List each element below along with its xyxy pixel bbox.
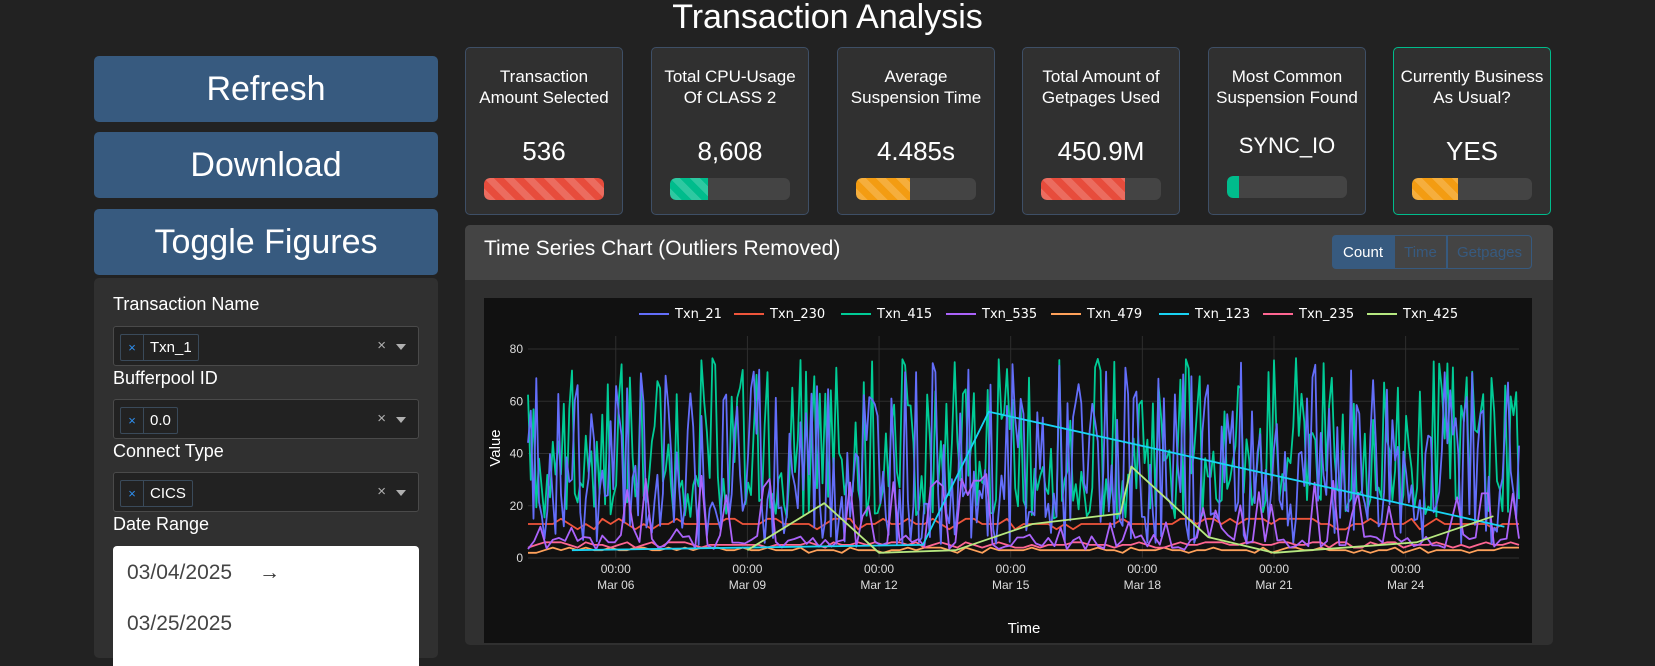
legend-label: Txn_123 [1194, 307, 1250, 322]
toggle-figures-button[interactable]: Toggle Figures [94, 209, 438, 275]
x-tick-label: Mar 09 [729, 578, 767, 592]
clear-icon[interactable]: × [377, 410, 386, 427]
bufferpool-id-select[interactable]: × 0.0 × [113, 399, 419, 439]
kpi-title: Most Common Suspension Found [1216, 67, 1358, 107]
page-title: Transaction Analysis [672, 0, 983, 36]
remove-tag-icon[interactable]: × [121, 335, 144, 360]
kpi-title: Total Amount of Getpages Used [1041, 67, 1161, 107]
legend-label: Txn_21 [674, 307, 722, 322]
kpi-title: Total CPU-Usage Of CLASS 2 [664, 67, 796, 107]
kpi-card: Transaction Amount Selected 536 [465, 47, 623, 215]
chart-title: Time Series Chart (Outliers Removed) [484, 237, 841, 260]
chevron-down-icon[interactable] [396, 344, 406, 350]
kpi-progress-fill [1412, 178, 1458, 200]
y-tick-label: 80 [510, 342, 524, 356]
x-tick-label: 00:00 [864, 562, 894, 576]
x-tick-label: Mar 21 [1255, 578, 1293, 592]
kpi-progress-bar [1227, 176, 1347, 198]
x-tick-label: 00:00 [1391, 562, 1421, 576]
toggle-time[interactable]: Time [1394, 235, 1447, 269]
kpi-progress-fill [484, 178, 604, 200]
kpi-progress-bar [670, 178, 790, 200]
arrow-right-icon: → [259, 561, 280, 584]
kpi-progress-bar [484, 178, 604, 200]
legend-label: Txn_415 [876, 307, 932, 322]
chart-header: Time Series Chart (Outliers Removed) Cou… [465, 225, 1553, 280]
remove-tag-icon[interactable]: × [121, 408, 144, 433]
y-tick-label: 0 [516, 551, 523, 565]
filter-panel: Transaction Name × Txn_1 × Bufferpool ID… [94, 278, 438, 666]
download-button[interactable]: Download [94, 132, 438, 198]
kpi-value: 4.485s [876, 136, 956, 166]
kpi-progress-bar [1041, 178, 1161, 200]
kpi-title: Currently Business As Usual? [1400, 67, 1544, 107]
clear-icon[interactable]: × [377, 483, 386, 500]
x-tick-label: 00:00 [601, 562, 631, 576]
x-tick-label: 00:00 [996, 562, 1026, 576]
legend-label: Txn_535 [981, 307, 1037, 322]
kpi-value: 8,608 [697, 136, 763, 166]
y-axis-title: Value [487, 429, 504, 466]
remove-tag-icon[interactable]: × [121, 481, 144, 506]
kpi-progress-bar [1412, 178, 1532, 200]
kpi-card: Currently Business As Usual? YES [1393, 47, 1551, 215]
kpi-value: 536 [522, 136, 566, 166]
tag-label: 0.0 [150, 412, 171, 429]
time-series-chart: 0 20 40 60 80 00:00 Mar 06 00:00 Mar 09 00:00 Mar … [487, 307, 1520, 637]
legend-label: Txn_230 [769, 307, 825, 322]
kpi-title: Average Suspension Time [850, 67, 982, 107]
kpi-card: Total CPU-Usage Of CLASS 2 8,608 [651, 47, 809, 215]
start-date-input[interactable]: 03/04/2025 [127, 561, 232, 585]
legend-label: Txn_235 [1298, 307, 1354, 322]
tag-label: CICS [150, 485, 186, 502]
kpi-value: SYNC_IO [1238, 133, 1336, 158]
kpi-value: YES [1445, 136, 1499, 166]
refresh-button[interactable]: Refresh [94, 56, 438, 122]
x-tick-label: 00:00 [732, 562, 762, 576]
x-tick-label: Mar 06 [597, 578, 635, 592]
kpi-card: Average Suspension Time 4.485s [837, 47, 995, 215]
y-tick-label: 20 [510, 499, 524, 513]
selected-tag: × Txn_1 [120, 334, 199, 361]
kpi-progress-bar [856, 178, 976, 200]
legend-label: Txn_425 [1402, 307, 1458, 322]
transaction-name-select[interactable]: × Txn_1 × [113, 326, 419, 366]
x-tick-label: Mar 18 [1124, 578, 1162, 592]
toggle-getpages[interactable]: Getpages [1447, 235, 1532, 269]
transaction-name-label: Transaction Name [113, 294, 260, 314]
kpi-progress-fill [1041, 178, 1125, 200]
x-tick-label: 00:00 [1259, 562, 1289, 576]
end-date-input[interactable]: 03/25/2025 [127, 612, 232, 636]
kpi-title: Transaction Amount Selected [479, 67, 609, 107]
selected-tag: × 0.0 [120, 407, 178, 434]
date-range-label: Date Range [113, 514, 210, 534]
kpi-card: Total Amount of Getpages Used 450.9M [1022, 47, 1180, 215]
connect-type-select[interactable]: × CICS × [113, 472, 419, 512]
x-tick-label: Mar 24 [1387, 578, 1425, 592]
clear-icon[interactable]: × [377, 337, 386, 354]
chevron-down-icon[interactable] [396, 490, 406, 496]
kpi-progress-fill [670, 178, 709, 200]
plot-area: 0 20 40 60 80 00:00 Mar 06 00:00 Mar 09 00:00 Mar … [484, 298, 1532, 643]
connect-type-label: Connect Type [113, 441, 224, 461]
chart-card: Time Series Chart (Outliers Removed) Cou… [465, 225, 1553, 645]
date-range-picker[interactable]: 03/04/2025 → 03/25/2025 [113, 546, 419, 666]
kpi-progress-fill [856, 178, 910, 200]
x-tick-label: Mar 15 [992, 578, 1030, 592]
selected-tag: × CICS [120, 480, 193, 507]
kpi-progress-fill [1227, 176, 1239, 198]
legend-label: Txn_479 [1086, 307, 1142, 322]
x-tick-label: 00:00 [1127, 562, 1157, 576]
x-axis-title: Time [1008, 620, 1041, 637]
bufferpool-id-label: Bufferpool ID [113, 368, 218, 388]
kpi-card: Most Common Suspension Found SYNC_IO [1208, 47, 1366, 215]
toggle-count[interactable]: Count [1332, 235, 1394, 269]
y-tick-label: 60 [510, 394, 524, 408]
chevron-down-icon[interactable] [396, 417, 406, 423]
tag-label: Txn_1 [150, 339, 192, 356]
kpi-value: 450.9M [1057, 136, 1145, 166]
x-tick-label: Mar 12 [860, 578, 898, 592]
y-tick-label: 40 [510, 447, 524, 461]
